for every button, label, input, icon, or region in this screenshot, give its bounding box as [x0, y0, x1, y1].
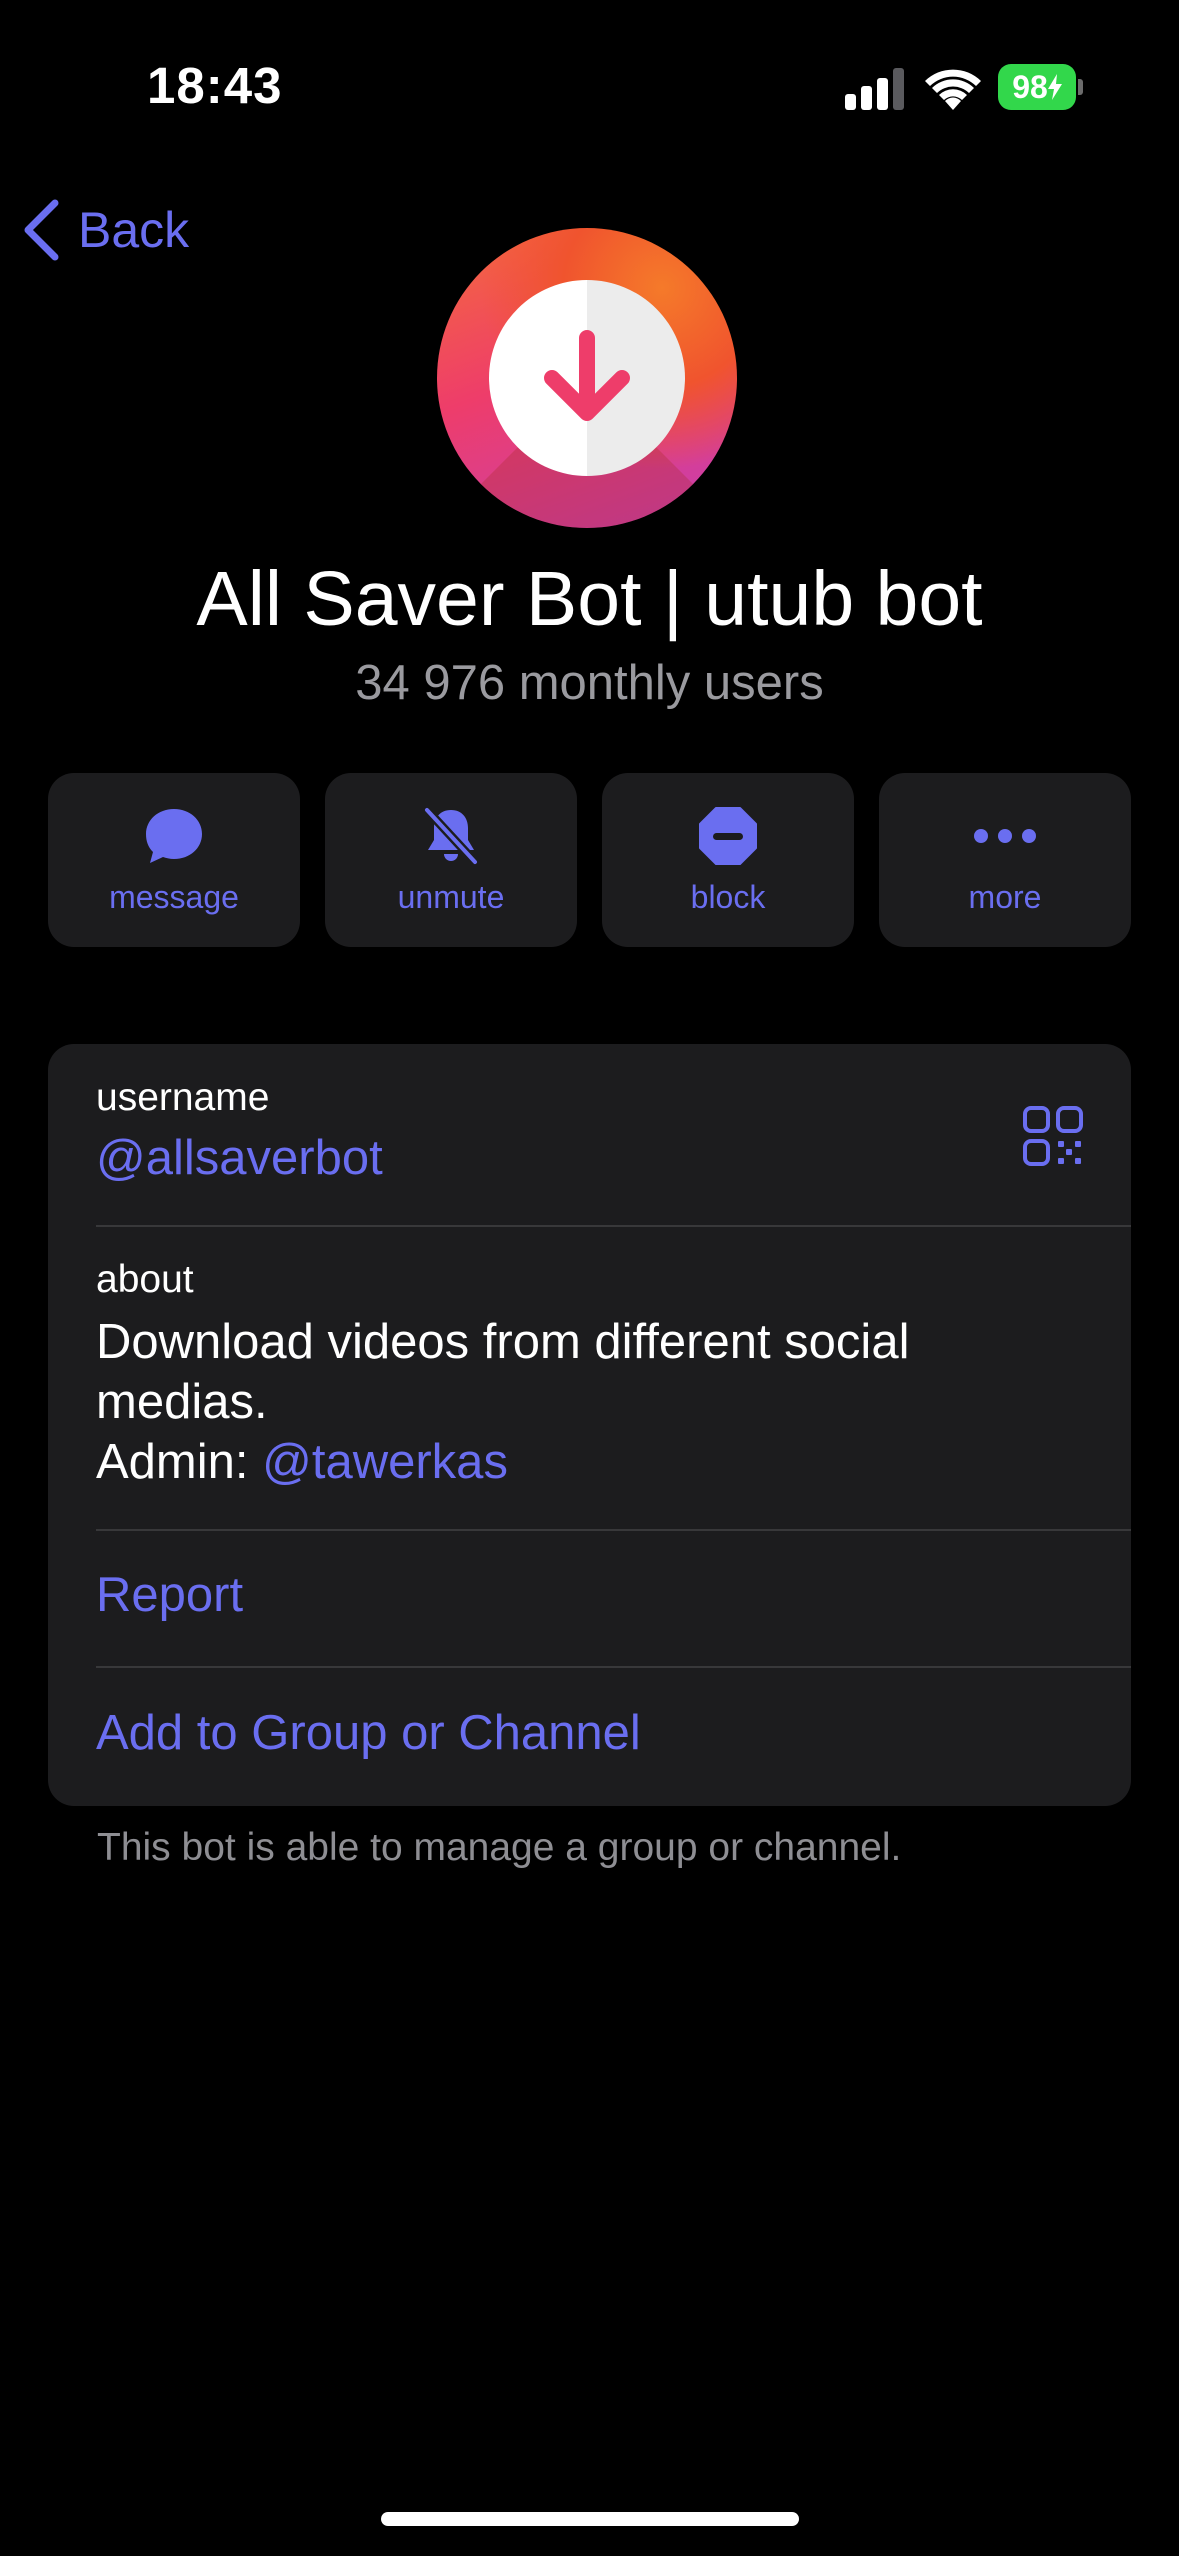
profile-subtitle: 34 976 monthly users	[355, 656, 824, 710]
battery-indicator: 98	[998, 64, 1076, 110]
status-bar: 18:43 98	[0, 0, 1179, 175]
username-row[interactable]: username @allsaverbot	[96, 1076, 1131, 1186]
avatar-badge	[489, 280, 685, 476]
about-text: Download videos from different social me…	[96, 1312, 1036, 1492]
profile-name: All Saver Bot | utub bot	[196, 556, 983, 642]
block-label: block	[690, 878, 766, 915]
block-button[interactable]: block	[602, 773, 854, 947]
back-label: Back	[78, 202, 190, 258]
status-time: 18:43	[147, 57, 283, 114]
wifi-icon	[925, 69, 981, 110]
unmute-label: unmute	[397, 878, 505, 915]
message-button[interactable]: message	[48, 773, 300, 947]
about-admin-prefix: Admin:	[96, 1435, 263, 1489]
unmute-button[interactable]: unmute	[325, 773, 577, 947]
add-to-group-button[interactable]: Add to Group or Channel	[96, 1705, 1131, 1761]
qr-code-icon[interactable]	[1023, 1106, 1083, 1166]
username-label: username	[96, 1076, 270, 1119]
report-button[interactable]: Report	[96, 1567, 1131, 1623]
more-button[interactable]: more	[879, 773, 1131, 947]
divider	[96, 1666, 1131, 1668]
about-row: about Download videos from different soc…	[96, 1258, 1131, 1492]
about-label: about	[96, 1258, 194, 1301]
block-icon	[699, 806, 757, 865]
cellular-signal-icon	[845, 68, 904, 110]
battery-cap	[1078, 79, 1083, 95]
divider	[96, 1529, 1131, 1531]
ellipsis-icon	[974, 828, 1036, 843]
action-buttons: message unmute block more	[48, 773, 1131, 947]
chat-bubble-icon	[146, 808, 202, 863]
footer-note: This bot is able to manage a group or ch…	[97, 1826, 902, 1869]
info-card: username @allsaverbot about Download vid…	[48, 1044, 1131, 1806]
message-label: message	[109, 878, 239, 915]
admin-handle-link[interactable]: @tawerkas	[262, 1435, 508, 1489]
username-value[interactable]: @allsaverbot	[96, 1130, 1131, 1186]
bell-slash-icon	[423, 806, 479, 865]
back-button[interactable]: Back	[22, 195, 189, 265]
download-arrow-icon	[544, 330, 630, 421]
divider	[96, 1225, 1131, 1227]
charging-bolt-icon	[1047, 74, 1062, 100]
bot-avatar[interactable]	[437, 228, 737, 528]
about-description: Download videos from different social me…	[96, 1315, 910, 1429]
battery-level: 98	[1012, 68, 1048, 105]
home-indicator[interactable]	[381, 2512, 799, 2526]
chevron-left-icon	[24, 199, 59, 261]
more-label: more	[968, 878, 1042, 915]
